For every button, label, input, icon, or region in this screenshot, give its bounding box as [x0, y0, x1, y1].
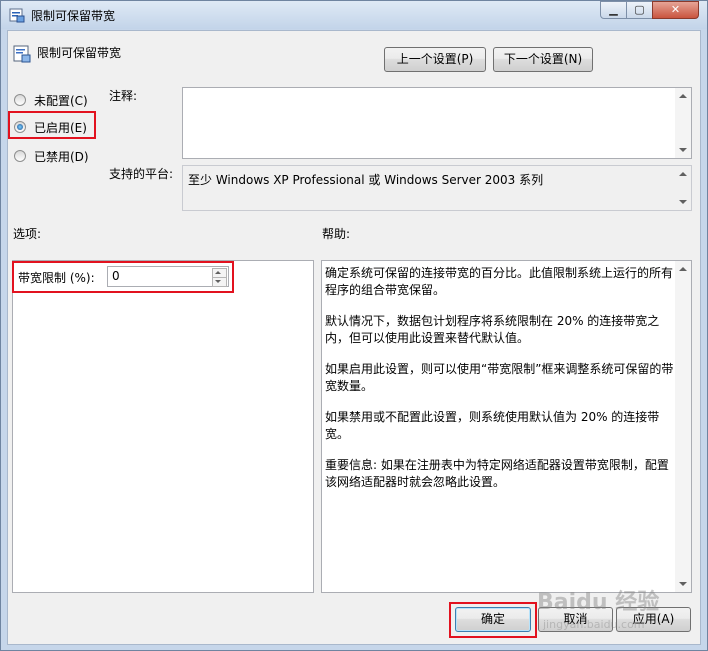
radio-disabled-label: 已禁用(D)	[34, 150, 89, 164]
platform-label: 支持的平台:	[109, 167, 174, 181]
scroll-up-icon	[679, 172, 687, 176]
help-heading: 帮助:	[322, 227, 351, 241]
scroll-down-icon	[679, 200, 687, 204]
options-panel: 带宽限制 (%): 0	[12, 260, 314, 593]
dialog-client-area: 限制可保留带宽 上一个设置(P) 下一个设置(N) 未配置(C) 已启用(E) …	[7, 30, 701, 645]
options-heading: 选项:	[13, 227, 42, 241]
comment-scrollbar[interactable]	[675, 88, 691, 158]
dialog-window: 限制可保留带宽 ▁ ▢ ✕ 限制可保留带宽 上一个设置(P) 下一个设置(N) …	[0, 0, 708, 651]
radio-not-configured-dot	[14, 94, 26, 106]
title-bar[interactable]: 限制可保留带宽 ▁ ▢ ✕	[1, 1, 707, 29]
minimize-icon: ▁	[609, 3, 618, 16]
platform-scrollbar[interactable]	[675, 166, 691, 210]
help-scrollbar[interactable]	[675, 261, 691, 592]
ok-highlight	[449, 602, 537, 638]
help-panel: 确定系统可保留的连接带宽的百分比。此值限制系统上运行的所有程序的组合带宽保留。 …	[321, 260, 692, 593]
next-setting-button[interactable]: 下一个设置(N)	[493, 47, 593, 72]
close-icon: ✕	[670, 3, 681, 16]
watermark-url: jingyan.baidu.com	[543, 618, 645, 631]
scroll-down-icon	[679, 148, 687, 152]
watermark-logo: Baidu 经验	[537, 590, 660, 615]
radio-not-configured-label: 未配置(C)	[34, 94, 88, 108]
bandwidth-highlight	[12, 261, 234, 293]
policy-name: 限制可保留带宽	[37, 46, 122, 60]
help-paragraph: 如果禁用或不配置此设置，则系统使用默认值为 20% 的连接带宽。	[325, 410, 660, 441]
scroll-down-icon	[679, 582, 687, 586]
platform-field: 至少 Windows XP Professional 或 Windows Ser…	[182, 165, 692, 211]
comment-field[interactable]	[182, 87, 692, 159]
maximize-icon: ▢	[634, 3, 645, 16]
policy-setting-icon	[13, 45, 31, 63]
maximize-button[interactable]: ▢	[626, 1, 653, 19]
help-text: 确定系统可保留的连接带宽的百分比。此值限制系统上运行的所有程序的组合带宽保留。 …	[325, 265, 675, 505]
help-paragraph: 确定系统可保留的连接带宽的百分比。此值限制系统上运行的所有程序的组合带宽保留。	[325, 266, 674, 297]
radio-disabled-dot	[14, 150, 26, 162]
previous-setting-button[interactable]: 上一个设置(P)	[384, 47, 486, 72]
close-button[interactable]: ✕	[652, 1, 699, 19]
help-paragraph: 如果启用此设置，则可以使用“带宽限制”框来调整系统可保留的带宽数量。	[325, 362, 674, 393]
comment-label: 注释:	[109, 89, 138, 103]
scroll-up-icon	[679, 267, 687, 271]
policy-icon	[9, 8, 25, 23]
enabled-highlight	[8, 111, 96, 139]
scroll-up-icon	[679, 94, 687, 98]
window-title: 限制可保留带宽	[31, 9, 116, 23]
platform-value: 至少 Windows XP Professional 或 Windows Ser…	[188, 173, 544, 187]
minimize-button[interactable]: ▁	[600, 1, 627, 19]
help-paragraph: 重要信息: 如果在注册表中为特定网络适配器设置带宽限制，配置该网络适配器时就会忽…	[325, 458, 669, 489]
help-paragraph: 默认情况下，数据包计划程序将系统限制在 20% 的连接带宽之内，但可以使用此设置…	[325, 314, 660, 345]
